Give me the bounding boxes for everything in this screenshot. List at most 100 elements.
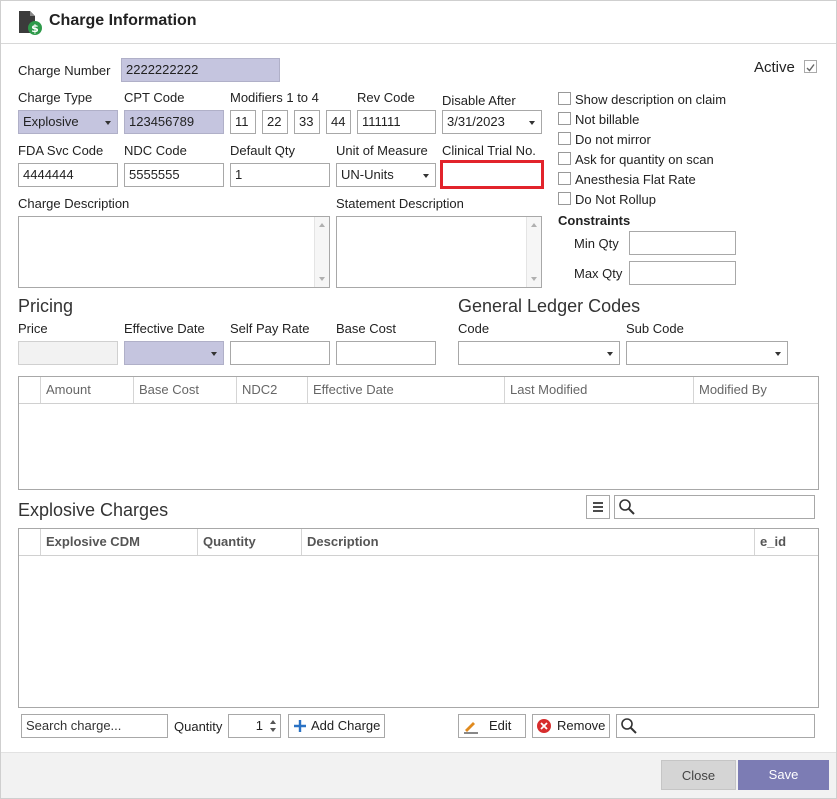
modifier-2-field[interactable]: 22 [262, 110, 288, 134]
effective-date-picker[interactable] [124, 341, 224, 365]
hamburger-icon [593, 502, 603, 512]
add-charge-label: Add Charge [311, 718, 381, 733]
scrollbar[interactable] [526, 217, 541, 287]
do-not-mirror-label: Do not mirror [575, 132, 651, 147]
rev-code-field[interactable]: 111111 [357, 110, 436, 134]
self-pay-rate-field[interactable] [230, 341, 330, 365]
scroll-up-icon[interactable] [319, 223, 325, 227]
chevron-down-icon [423, 174, 429, 178]
max-qty-label: Max Qty [574, 266, 623, 281]
do-not-rollup-checkbox[interactable] [558, 192, 571, 205]
ask-quantity-checkbox[interactable] [558, 152, 571, 165]
column-header[interactable]: Modified By [693, 377, 818, 403]
general-ledger-title: General Ledger Codes [458, 296, 641, 316]
scrollbar[interactable] [314, 217, 329, 287]
max-qty-field[interactable] [629, 261, 736, 285]
price-field [18, 341, 118, 365]
charge-number-label: Charge Number [18, 63, 111, 78]
search-charge-placeholder: Search charge... [26, 718, 122, 733]
charge-type-value: Explosive [23, 114, 79, 129]
active-label: Active [754, 59, 795, 76]
pricing-grid[interactable]: Amount Base Cost NDC2 Effective Date Las… [18, 376, 819, 490]
chevron-down-icon [529, 121, 535, 125]
explosive-charges-title: Explosive Charges [18, 500, 169, 520]
gl-sub-code-select[interactable] [626, 341, 788, 365]
column-header[interactable]: Base Cost [133, 377, 237, 403]
ask-quantity-label: Ask for quantity on scan [575, 152, 714, 167]
ndc-code-field[interactable]: 5555555 [124, 163, 224, 187]
column-header[interactable]: Last Modified [504, 377, 694, 403]
column-header[interactable]: Quantity [197, 529, 302, 555]
remove-button[interactable]: Remove [532, 714, 610, 738]
scroll-up-icon[interactable] [531, 223, 537, 227]
chevron-down-icon [211, 352, 217, 356]
column-header[interactable]: Effective Date [307, 377, 507, 403]
scroll-down-icon[interactable] [531, 277, 537, 281]
search-charge-input[interactable]: Search charge... [21, 714, 168, 738]
anesthesia-flat-rate-label: Anesthesia Flat Rate [575, 172, 696, 187]
clinical-trial-field[interactable] [440, 160, 544, 189]
explosive-grid-header: Explosive CDM Quantity Description e_id [19, 529, 818, 556]
min-qty-field[interactable] [629, 231, 736, 255]
edit-button[interactable]: Edit [458, 714, 526, 738]
title-bar: $ Charge Information [0, 0, 837, 44]
self-pay-rate-label: Self Pay Rate [230, 321, 310, 336]
default-qty-field[interactable]: 1 [230, 163, 330, 187]
statement-description-textarea[interactable] [336, 216, 542, 288]
check-icon [806, 64, 815, 72]
disable-after-date-picker[interactable]: 3/31/2023 [442, 110, 542, 134]
price-label: Price [18, 321, 48, 336]
close-button[interactable]: Close [661, 760, 736, 790]
modifier-4-field[interactable]: 44 [326, 110, 351, 134]
charge-number-field[interactable]: 2222222222 [121, 58, 280, 82]
column-header[interactable]: Amount [40, 377, 135, 403]
pricing-title: Pricing [18, 296, 74, 316]
scroll-down-icon[interactable] [319, 277, 325, 281]
gl-code-select[interactable] [458, 341, 620, 365]
chevron-down-icon [775, 352, 781, 356]
modifier-3-field[interactable]: 33 [294, 110, 320, 134]
column-header[interactable]: NDC2 [236, 377, 308, 403]
column-header[interactable]: Explosive CDM [40, 529, 198, 555]
bottom-search-input[interactable] [616, 714, 815, 738]
effective-date-label: Effective Date [124, 321, 205, 336]
charge-description-textarea[interactable] [18, 216, 330, 288]
fda-svc-code-field[interactable]: 4444444 [18, 163, 118, 187]
search-icon [621, 718, 637, 734]
show-description-checkbox[interactable] [558, 92, 571, 105]
not-billable-checkbox[interactable] [558, 112, 571, 125]
modifier-1-field[interactable]: 11 [230, 110, 256, 134]
cpt-code-field[interactable]: 123456789 [124, 110, 224, 134]
unit-of-measure-value: UN-Units [341, 167, 394, 182]
pencil-icon [464, 722, 478, 734]
footer-bar: Close Save [0, 752, 837, 799]
explosive-search-input[interactable] [614, 495, 815, 519]
spin-up-icon[interactable] [270, 720, 276, 724]
add-charge-button[interactable]: Add Charge [288, 714, 385, 738]
save-button[interactable]: Save [738, 760, 829, 790]
charge-type-select[interactable]: Explosive [18, 110, 118, 134]
pricing-grid-header: Amount Base Cost NDC2 Effective Date Las… [19, 377, 818, 404]
base-cost-field[interactable] [336, 341, 436, 365]
column-header[interactable]: e_id [754, 529, 818, 555]
cpt-code-label: CPT Code [124, 90, 185, 105]
active-checkbox[interactable] [804, 60, 817, 73]
explosive-charges-grid[interactable]: Explosive CDM Quantity Description e_id [18, 528, 819, 708]
spin-down-icon[interactable] [270, 728, 276, 732]
remove-label: Remove [557, 718, 606, 733]
constraints-title: Constraints [558, 213, 631, 228]
anesthesia-flat-rate-checkbox[interactable] [558, 172, 571, 185]
default-qty-label: Default Qty [230, 143, 296, 158]
unit-of-measure-select[interactable]: UN-Units [336, 163, 436, 187]
search-icon [619, 499, 635, 515]
chevron-down-icon [105, 121, 111, 125]
rev-code-label: Rev Code [357, 90, 415, 105]
menu-button[interactable] [586, 495, 610, 519]
plus-icon [294, 720, 306, 732]
svg-text:$: $ [31, 22, 39, 35]
column-header[interactable]: Description [301, 529, 756, 555]
quantity-stepper[interactable]: 1 [228, 714, 281, 738]
do-not-mirror-checkbox[interactable] [558, 132, 571, 145]
disable-after-value: 3/31/2023 [447, 114, 505, 129]
min-qty-label: Min Qty [574, 236, 619, 251]
